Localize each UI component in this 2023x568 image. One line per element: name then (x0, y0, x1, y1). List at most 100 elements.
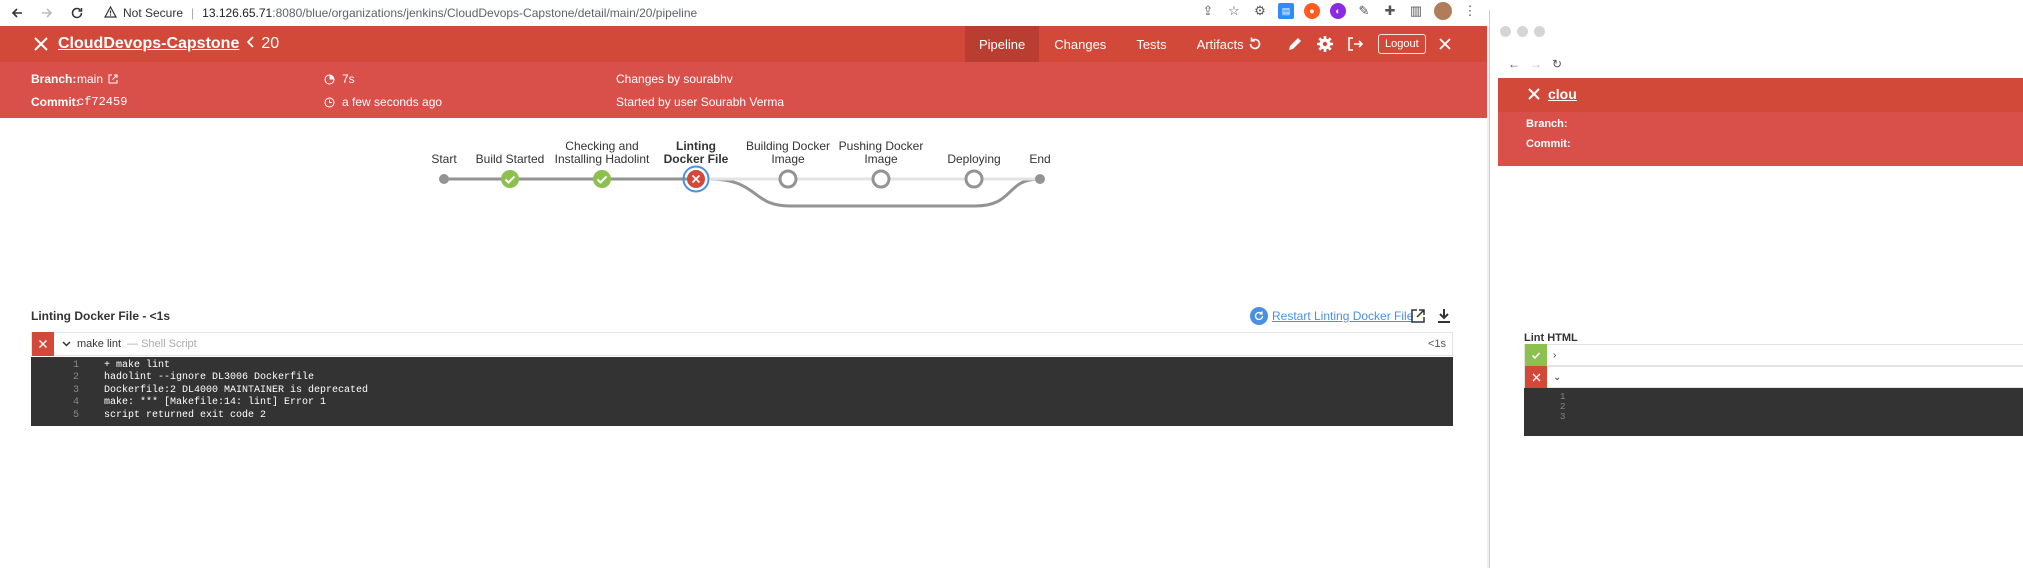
replay-icon[interactable] (1244, 33, 1266, 55)
window-minimize-dot[interactable] (1517, 26, 1528, 37)
log-line-number: 1 (1560, 392, 1566, 402)
restart-link[interactable]: Restart Linting Docker File (1272, 309, 1413, 323)
popup-meta: Branch: Commit: (1498, 112, 2023, 166)
profile-avatar[interactable] (1434, 2, 1452, 20)
url-host: 13.126.65.71 (202, 6, 273, 20)
log-line: 5 script returned exit code 2 (72, 409, 267, 421)
building-node[interactable] (778, 169, 798, 189)
pipeline-graph-svg (439, 165, 1045, 208)
settings-gear-icon[interactable] (1314, 33, 1336, 55)
close-icon[interactable] (30, 33, 52, 55)
extension-orange-icon[interactable]: ● (1304, 3, 1320, 19)
duration-row: 7s (324, 72, 355, 86)
step-row[interactable]: make lint — Shell Script <1s (31, 332, 1453, 356)
started-row: a few seconds ago (324, 95, 442, 109)
forward-arrow-icon[interactable]: → (1530, 57, 1542, 71)
forward-arrow-icon[interactable] (36, 2, 58, 24)
browser-extensions: ⇪ ☆ ⚙ ▤ ● ◐ ✎ ✚ ▥ ⋮ (1200, 2, 1478, 20)
download-icon[interactable] (1435, 307, 1453, 325)
started-by-text: Started by user Sourabh Verma (616, 95, 785, 109)
log-line: 4 make: *** [Makefile:14: lint] Error 1 (72, 397, 327, 409)
linting-failed-node[interactable] (682, 165, 710, 193)
header-actions: Logout (1244, 26, 1426, 62)
chevron-down-icon[interactable] (61, 339, 71, 349)
popup-commit-label: Commit: (1526, 138, 1571, 150)
extension-pen-icon[interactable]: ✎ (1356, 3, 1372, 19)
sidebar-icon[interactable]: ▥ (1408, 3, 1424, 19)
failed-x-icon (32, 332, 54, 356)
popup-step-row[interactable]: ⌄ (1524, 366, 2023, 388)
popup-branch-label: Branch: (1526, 118, 1568, 130)
started-ago: a few seconds ago (342, 95, 443, 109)
tab-changes[interactable]: Changes (1039, 26, 1121, 62)
reload-icon[interactable]: ↻ (1552, 57, 1562, 71)
share-icon[interactable]: ⇪ (1200, 3, 1216, 19)
back-arrow-icon[interactable] (6, 2, 28, 24)
popup-step-row[interactable]: › (1524, 344, 2023, 366)
popup-console: 1 2 3 (1524, 388, 2023, 436)
log-line-number: 3 (1560, 412, 1566, 422)
edit-pencil-icon[interactable] (1284, 33, 1306, 55)
popup-job-name[interactable]: clou (1548, 86, 1577, 102)
close-icon[interactable] (1527, 87, 1541, 101)
branch-label: Branch: (31, 72, 77, 86)
branch-value[interactable]: main (77, 72, 103, 86)
external-link-icon[interactable] (108, 74, 118, 84)
window-close-dot[interactable] (1500, 26, 1511, 37)
run-header: CloudDevops-Capstone 20 Pipeline Changes… (0, 26, 1487, 62)
security-label: Not Secure (123, 6, 184, 20)
warning-icon (103, 5, 118, 21)
popup-stage-title: Lint HTML (1524, 332, 1578, 344)
log-line: 3 Dockerfile:2 DL4000 MAINTAINER is depre… (72, 384, 369, 396)
log-line: 2 hadolint --ignore DL3006 Dockerfile (72, 372, 315, 384)
window-zoom-dot[interactable] (1534, 26, 1545, 37)
step-type: — Shell Script (127, 338, 197, 350)
commit-label: Commit: (31, 95, 80, 109)
branch-row: Branch: main (31, 72, 118, 86)
console-log: 1 + make lint 2 hadolint --ignore DL3006 D… (31, 357, 1453, 426)
popup-nav: ← → ↻ (1508, 57, 1562, 71)
run-meta: Branch: main Commit: cf72459 7s a few se… (0, 62, 1487, 118)
browser-toolbar: Not Secure | 13.126.65.71:8080/blue/orga… (0, 0, 1488, 26)
hadolint-node[interactable] (593, 170, 611, 188)
open-external-icon[interactable] (1409, 307, 1427, 325)
restart-stage-button[interactable]: Restart Linting Docker File (1250, 307, 1413, 325)
build-started-node[interactable] (501, 170, 519, 188)
url-path: :8080/blue/organizations/jenkins/CloudDe… (272, 6, 698, 20)
puzzle-icon[interactable]: ✚ (1382, 3, 1398, 19)
extension-blue-icon[interactable]: ▤ (1278, 3, 1294, 19)
end-node (1035, 174, 1045, 184)
pushing-node[interactable] (871, 169, 891, 189)
reload-icon[interactable] (66, 2, 88, 24)
address-bar[interactable]: Not Secure | 13.126.65.71:8080/blue/orga… (103, 5, 698, 21)
extension-gear-icon[interactable]: ⚙ (1252, 3, 1268, 19)
step-duration: <1s (1427, 338, 1446, 350)
more-menu-icon[interactable]: ⋮ (1462, 3, 1478, 19)
run-number: 20 (261, 35, 280, 52)
extension-purple-icon[interactable]: ◐ (1330, 3, 1346, 19)
log-line: 1 + make lint (72, 360, 171, 371)
job-name-link[interactable]: CloudDevops-Capstone (58, 35, 239, 53)
back-arrow-icon[interactable]: ← (1508, 57, 1520, 71)
chevron-down-icon[interactable]: ⌄ (1553, 372, 1561, 383)
pipeline-connectors (444, 177, 1041, 208)
tab-tests[interactable]: Tests (1121, 26, 1181, 62)
chevron-left-icon (247, 35, 255, 53)
timer-icon (324, 74, 335, 85)
step-name: make lint (77, 338, 122, 350)
bookmark-star-icon[interactable]: ☆ (1226, 3, 1242, 19)
logout-button[interactable]: Logout (1378, 34, 1426, 54)
open-in-classic-icon[interactable] (1344, 33, 1366, 55)
clock-icon (324, 97, 335, 108)
close-run-icon[interactable] (1434, 33, 1456, 55)
log-line-number: 2 (1560, 402, 1566, 412)
secondary-window: ← → ↻ clou Branch: Commit: Lint HTML › ⌄… (1489, 10, 2023, 568)
failed-x-icon (1525, 366, 1547, 388)
changes-by: Changes by sourabhv (616, 72, 733, 86)
commit-row: Commit: cf72459 (31, 95, 127, 109)
tab-pipeline[interactable]: Pipeline (965, 26, 1040, 62)
chevron-right-icon[interactable]: › (1553, 350, 1556, 361)
deploying-node[interactable] (964, 169, 984, 189)
pipeline-graph: Start Build Started Checking and Install… (0, 118, 1487, 298)
start-node (439, 174, 449, 184)
